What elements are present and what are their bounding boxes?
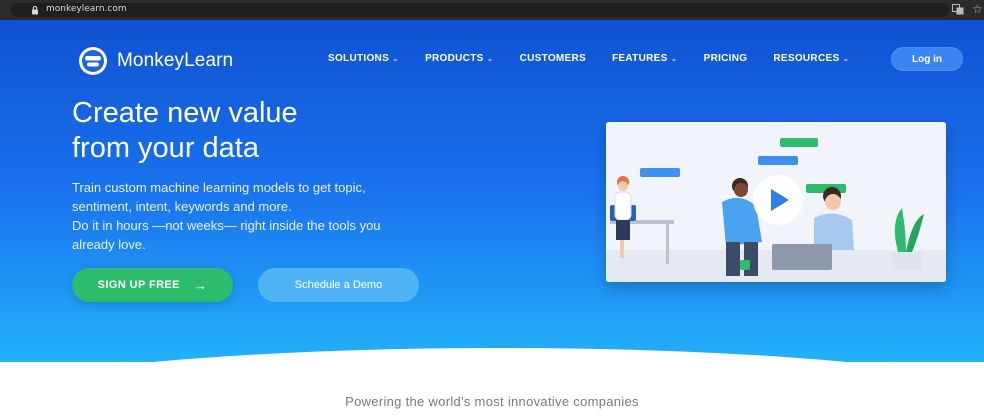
headline-line: from your data <box>72 132 259 164</box>
star-icon[interactable]: ☆ <box>972 2 983 16</box>
subcopy-line: Do it in hours —not weeks— right inside … <box>72 218 381 233</box>
nav-item-label: PRICING <box>703 53 748 64</box>
brand-logo[interactable]: MonkeyLearn <box>78 46 233 76</box>
brand-name: MonkeyLearn <box>117 50 234 71</box>
nav-item-resources[interactable]: RESOURCES ⌄ <box>773 53 849 64</box>
subcopy-line: Train custom machine learning models to … <box>72 180 366 195</box>
monkey-face-icon <box>79 47 107 75</box>
nav-item-solutions[interactable]: SOLUTIONS ⌄ <box>328 53 399 64</box>
signup-free-button[interactable]: SIGN UP FREE → <box>72 268 233 302</box>
nav-item-label: RESOURCES <box>773 53 840 64</box>
chevron-down-icon: ⌄ <box>842 54 850 63</box>
chevron-down-icon: ⌄ <box>392 54 400 63</box>
play-icon[interactable] <box>606 122 946 282</box>
hero-headline: Create new value from your data <box>72 96 512 166</box>
chevron-down-icon: ⌄ <box>486 54 494 63</box>
hero-section: MonkeyLearn SOLUTIONS ⌄ PRODUCTS ⌄ CUSTO… <box>0 20 984 362</box>
hero-subcopy: Train custom machine learning models to … <box>72 178 472 254</box>
login-button[interactable]: Log in <box>891 47 963 71</box>
chevron-down-icon: ⌄ <box>670 54 678 63</box>
hero-video[interactable] <box>606 122 946 282</box>
nav-item-label: PRODUCTS <box>425 53 484 64</box>
lock-icon <box>32 6 38 15</box>
main-nav: SOLUTIONS ⌄ PRODUCTS ⌄ CUSTOMERS FEATURE… <box>328 53 875 64</box>
address-bar[interactable] <box>10 3 950 17</box>
nav-item-label: FEATURES <box>612 53 668 64</box>
arrow-right-icon: → <box>193 277 208 293</box>
nav-item-label: CUSTOMERS <box>519 53 587 64</box>
hero-bottom-curve <box>0 348 984 362</box>
translate-icon[interactable] <box>952 4 964 15</box>
schedule-demo-button[interactable]: Schedule a Demo <box>258 268 419 302</box>
customers-tagline: Powering the world's most innovative com… <box>345 394 639 409</box>
nav-item-pricing[interactable]: PRICING <box>704 53 748 64</box>
subcopy-line: sentiment, intent, keywords and more. <box>72 199 292 214</box>
signup-label: SIGN UP FREE <box>97 279 180 291</box>
browser-toolbar: monkeylearn.com ☆ <box>0 0 984 20</box>
url-text[interactable]: monkeylearn.com <box>46 4 127 14</box>
nav-item-customers[interactable]: CUSTOMERS <box>520 53 586 64</box>
nav-item-features[interactable]: FEATURES ⌄ <box>612 53 678 64</box>
nav-item-products[interactable]: PRODUCTS ⌄ <box>425 53 494 64</box>
nav-item-label: SOLUTIONS <box>328 53 390 64</box>
subcopy-line: already love. <box>72 237 146 252</box>
headline-line: Create new value <box>72 97 298 129</box>
